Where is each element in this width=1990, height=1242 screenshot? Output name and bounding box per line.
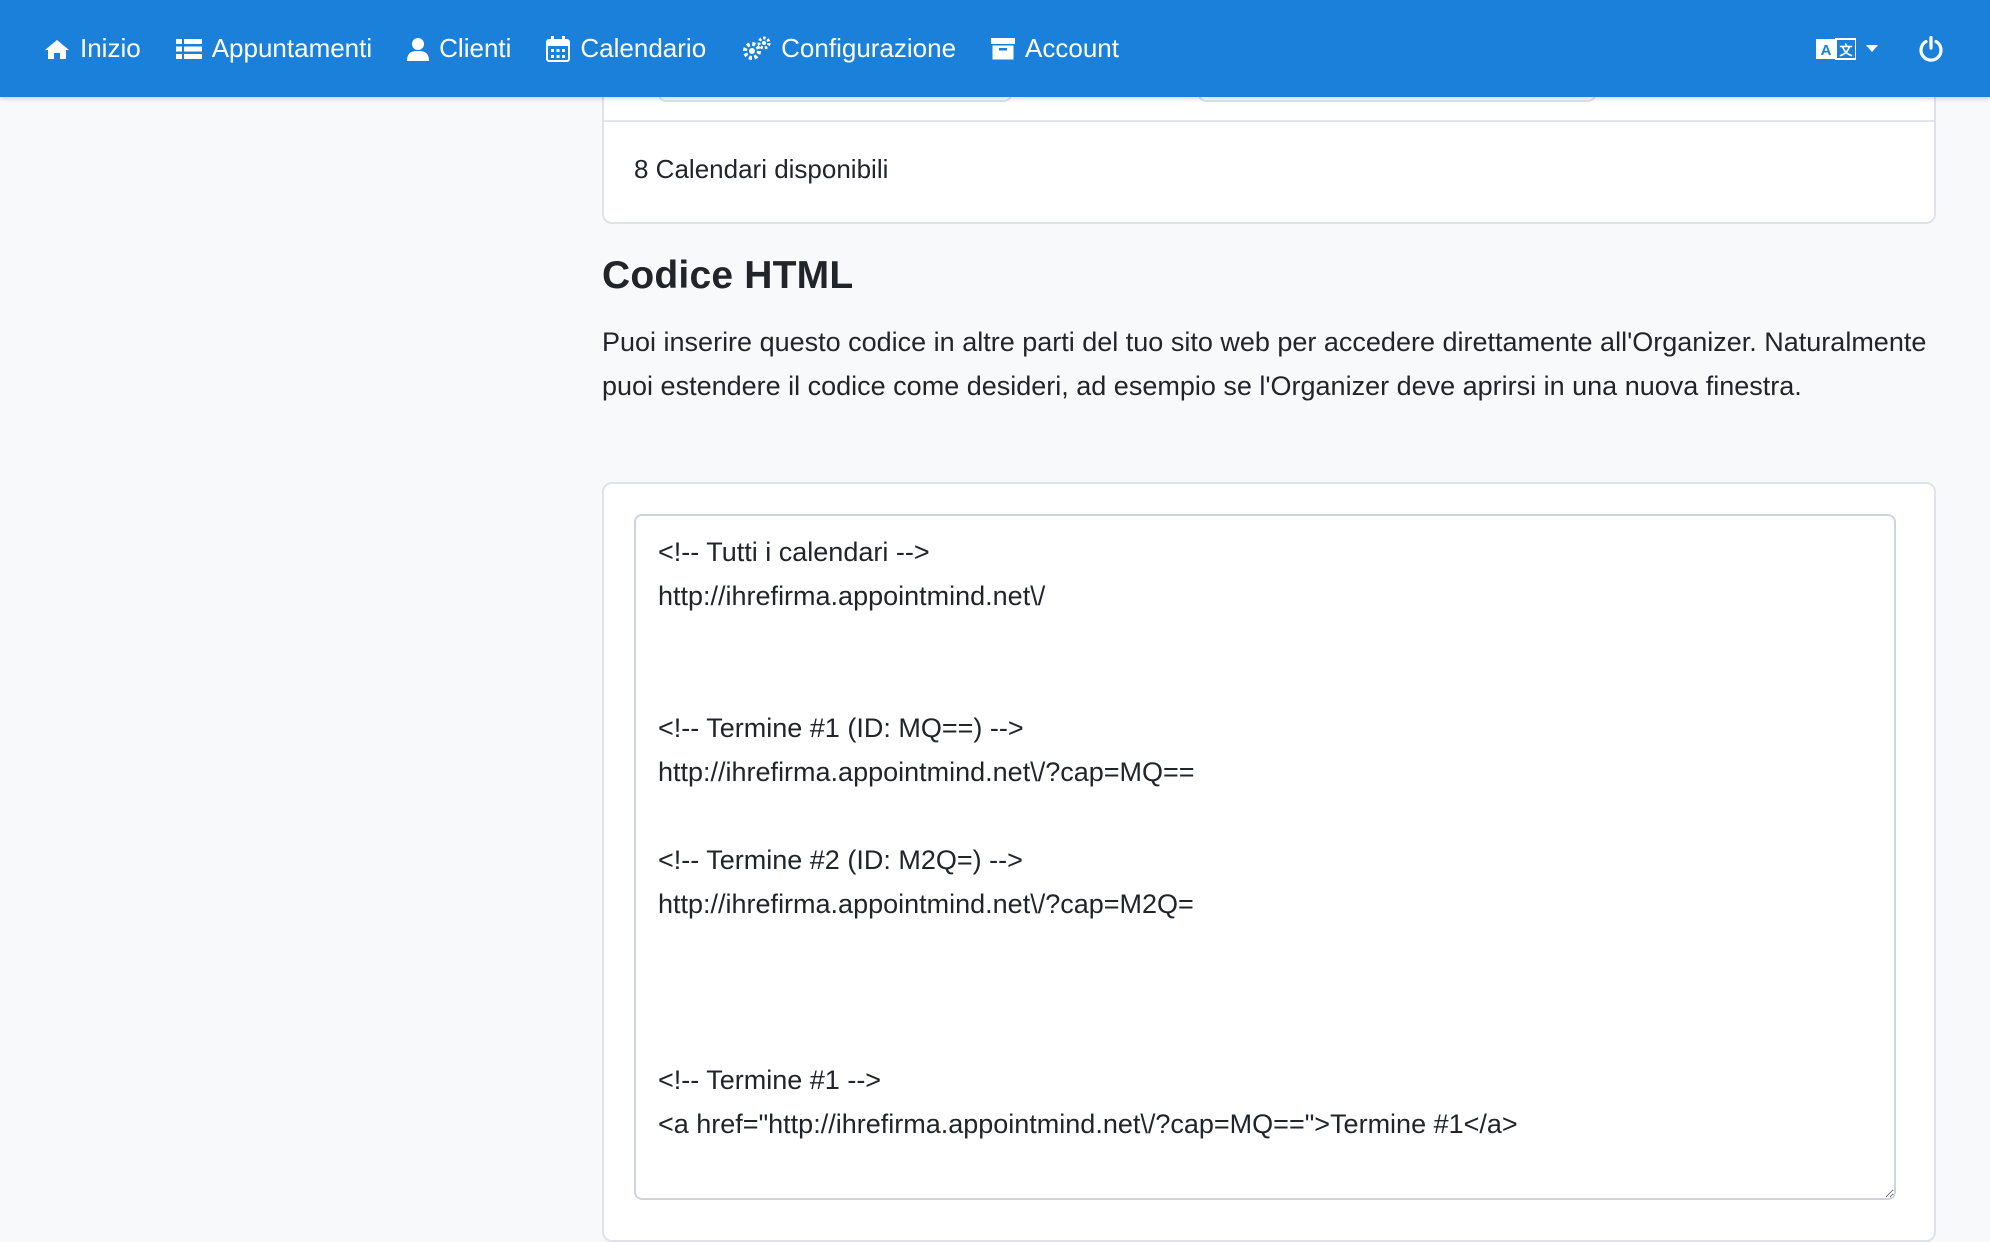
nav-item-configurazione[interactable]: Configurazione [741, 33, 956, 64]
nav-label: Appuntamenti [211, 33, 373, 63]
chevron-down-icon [1866, 45, 1878, 52]
logout-button[interactable] [1918, 35, 1944, 62]
language-dropdown[interactable]: A 文 [1816, 37, 1878, 60]
nav-label: Clienti [439, 33, 512, 63]
section-description: Puoi inserire questo codice in altre par… [602, 327, 1927, 401]
translate-icon: A 文 [1816, 37, 1856, 60]
svg-text:文: 文 [1839, 43, 1853, 59]
user-icon [407, 37, 430, 61]
archive-icon [991, 37, 1016, 59]
home-icon [45, 39, 69, 59]
html-code-card: <!-- Tutti i calendari --> http://ihrefi… [602, 482, 1936, 1242]
nav-item-inizio[interactable]: Inizio [44, 33, 141, 64]
calendars-count: 8 Calendari disponibili [634, 154, 889, 184]
nav-label: Inizio [80, 33, 141, 63]
top-navbar: Inizio Appuntamenti Clienti Calendario C… [0, 0, 1990, 97]
svg-text:A: A [1821, 42, 1832, 59]
main-nav: Inizio Appuntamenti Clienti Calendario C… [44, 33, 1154, 64]
list-icon [175, 38, 202, 59]
html-code-textarea[interactable]: <!-- Tutti i calendari --> http://ihrefi… [634, 514, 1896, 1200]
nav-label: Account [1025, 33, 1119, 63]
calendar-icon [546, 35, 571, 62]
gears-icon [743, 36, 771, 60]
nav-item-appuntamenti[interactable]: Appuntamenti [175, 33, 373, 64]
section-title: Codice HTML [602, 254, 854, 297]
nav-item-clienti[interactable]: Clienti [407, 33, 511, 64]
nav-label: Calendario [580, 33, 707, 63]
power-icon [1919, 35, 1943, 62]
nav-item-account[interactable]: Account [991, 33, 1119, 64]
nav-label: Configurazione [781, 33, 957, 63]
nav-right: A 文 [1816, 0, 1944, 97]
card-divider [604, 120, 1934, 122]
nav-item-calendario[interactable]: Calendario [546, 33, 706, 64]
